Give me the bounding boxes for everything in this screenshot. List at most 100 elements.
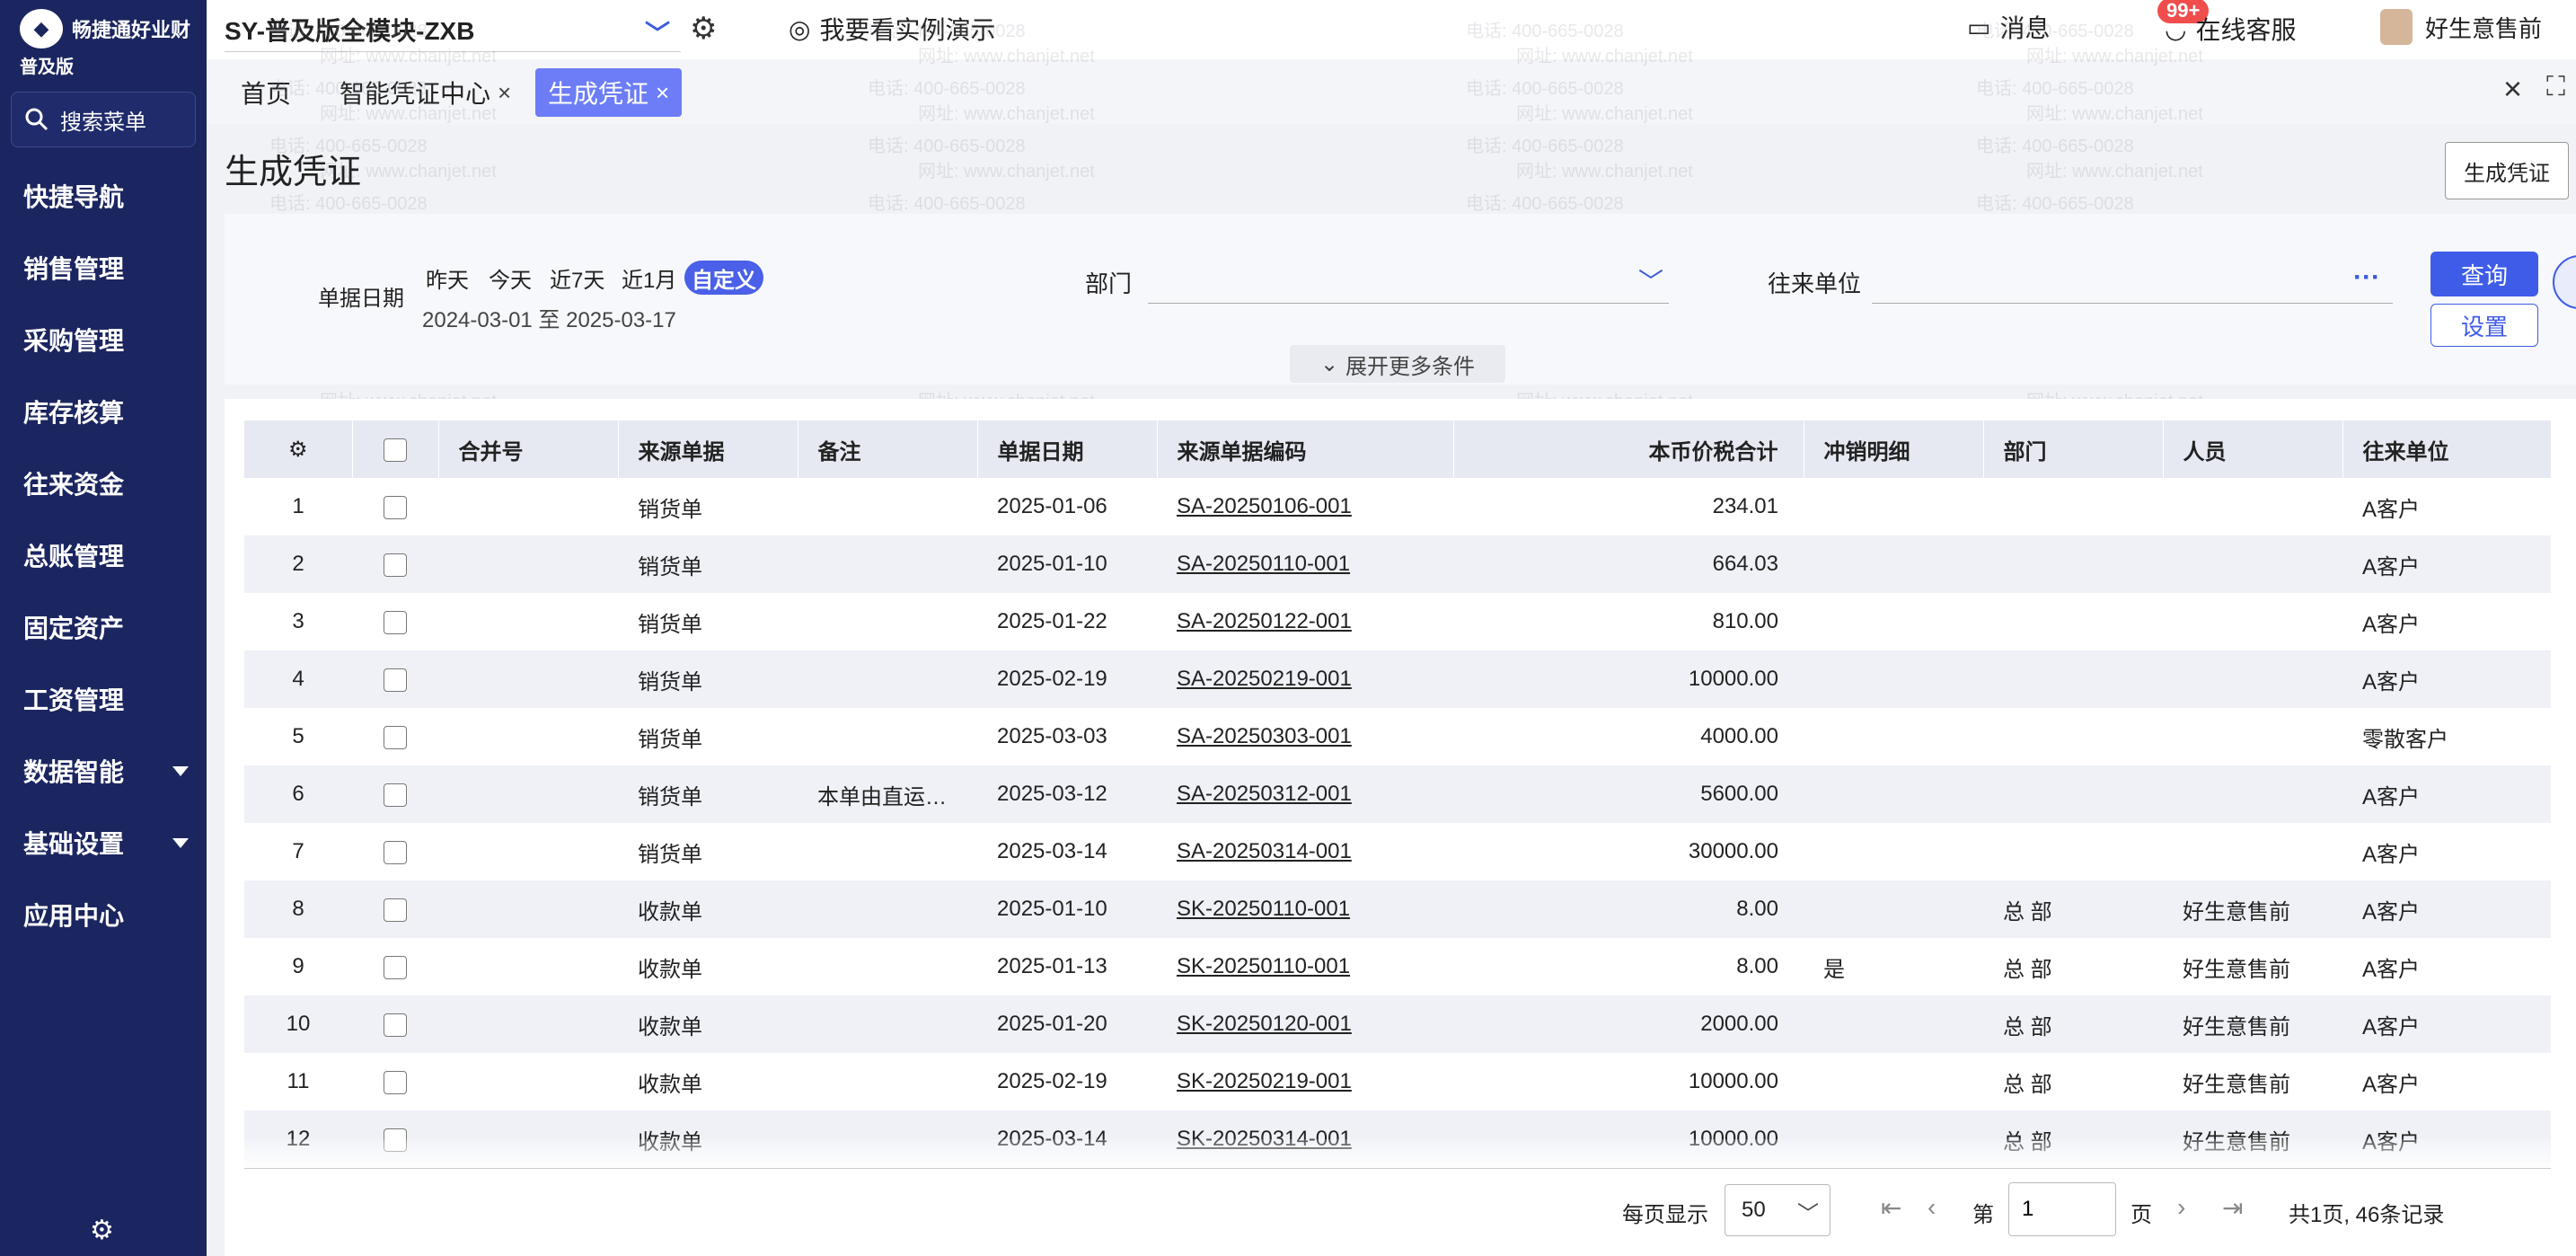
table-row[interactable]: 2 销货单 2025-01-10 SA-20250110-001 664.03 A客户 [244,535,2551,593]
user-menu[interactable]: 好生意售前 [2380,9,2542,45]
cell-code[interactable]: SK-20250110-001 [1157,938,1453,995]
table-row[interactable]: 6 销货单 本单由直运… 2025-03-12 SA-20250312-001 5600.… [244,765,2551,823]
partner-select[interactable]: ··· [1872,259,2393,304]
last-page-icon[interactable]: ⇥ [2222,1193,2243,1223]
dept-select[interactable]: ﹀ [1148,259,1669,304]
table-row[interactable]: 8 收款单 2025-01-10 SK-20250110-001 8.00 总 部好生意售… [244,880,2551,938]
sidebar-item[interactable]: 工资管理 [0,668,207,730]
sidebar-item[interactable]: 固定资产 [0,596,207,659]
quick-range-custom[interactable]: 自定义 [684,261,763,295]
cell-code[interactable]: SK-20250120-001 [1157,995,1453,1053]
page-number-input[interactable] [2008,1182,2116,1236]
table-row[interactable]: 4 销货单 2025-02-19 SA-20250219-001 10000.00 A客户 [244,650,2551,708]
row-checkbox[interactable] [384,668,407,692]
tab-generate-voucher[interactable]: 生成凭证 × [535,68,683,117]
row-checkbox-cell[interactable] [352,880,438,938]
col-merge[interactable]: 合并号 [438,420,619,478]
table-row[interactable]: 5 销货单 2025-03-03 SA-20250303-001 4000.00 零散客户 [244,708,2551,765]
prev-page-icon[interactable]: ‹ [1928,1193,1936,1222]
row-checkbox-cell[interactable] [352,1053,438,1110]
row-checkbox-cell[interactable] [352,708,438,765]
demo-link[interactable]: ◎ 我要看实例演示 [789,11,995,47]
row-checkbox-cell[interactable] [352,765,438,823]
settings-gear-icon[interactable]: ⚙ [90,1215,114,1246]
cell-code[interactable]: SA-20250106-001 [1157,478,1453,535]
sidebar-item[interactable]: 库存核算 [0,380,207,443]
sidebar-item[interactable]: 采购管理 [0,308,207,371]
row-checkbox[interactable] [384,898,407,922]
support-button[interactable]: ◡ 在线客服 [2165,11,2296,47]
col-remark[interactable]: 备注 [798,420,978,478]
table-row[interactable]: 1 销货单 2025-01-06 SA-20250106-001 234.01 A客户 [244,478,2551,535]
cell-code[interactable]: SA-20250314-001 [1157,823,1453,880]
table-row[interactable]: 7 销货单 2025-03-14 SA-20250314-001 30000.00 A客户 [244,823,2551,880]
table-row[interactable]: 11 收款单 2025-02-19 SK-20250219-001 10000.00 总 … [244,1053,2551,1110]
query-button[interactable]: 查询 [2430,252,2538,296]
date-range[interactable]: 2024-03-01 至 2025-03-17 [422,302,676,333]
close-icon[interactable]: × [656,79,669,107]
first-page-icon[interactable]: ⇤ [1881,1193,1901,1223]
menu-search[interactable]: 搜索菜单 [11,92,196,147]
row-checkbox[interactable] [384,1013,407,1037]
row-checkbox-cell[interactable] [352,995,438,1053]
account-gear-icon[interactable]: ⚙ [690,11,717,47]
cell-code[interactable]: SA-20250122-001 [1157,593,1453,650]
row-checkbox-cell[interactable] [352,823,438,880]
col-amount[interactable]: 本币价税合计 [1453,420,1804,478]
sidebar-item[interactable]: 数据智能 [0,739,207,802]
row-checkbox-cell[interactable] [352,650,438,708]
row-checkbox-cell[interactable] [352,478,438,535]
fullscreen-icon[interactable]: ⛶ [2546,72,2565,102]
generate-voucher-button[interactable]: 生成凭证 [2445,142,2569,199]
sidebar-item[interactable]: 总账管理 [0,524,207,587]
cell-code[interactable]: SK-20250219-001 [1157,1053,1453,1110]
account-select[interactable]: SY-普及版全模块-ZXB ﹀ [225,7,681,52]
col-date[interactable]: 单据日期 [977,420,1158,478]
quick-range-1month[interactable]: 近1月 [618,261,680,295]
row-checkbox-cell[interactable] [352,593,438,650]
table-row[interactable]: 10 收款单 2025-01-20 SK-20250120-001 2000.00 总 部… [244,995,2551,1053]
quick-range-yesterday[interactable]: 昨天 [422,261,472,295]
sidebar-item[interactable]: 快捷导航 [0,164,207,227]
select-all-checkbox[interactable] [384,438,407,462]
more-icon[interactable]: ··· [2353,262,2380,293]
column-settings-icon[interactable]: ⚙ [244,420,353,478]
row-checkbox[interactable] [384,955,407,979]
expand-conditions-button[interactable]: ⌄ 展开更多条件 [1290,345,1505,383]
cell-code[interactable]: SA-20250110-001 [1157,535,1453,593]
row-checkbox[interactable] [384,840,407,864]
messages-button[interactable]: ▭ 消息 [1967,9,2050,45]
col-source[interactable]: 来源单据 [618,420,798,478]
row-checkbox[interactable] [384,783,407,807]
settings-button[interactable]: 设置 [2430,304,2538,347]
select-all-checkbox-cell[interactable] [352,420,439,478]
row-checkbox-cell[interactable] [352,535,438,593]
table-row[interactable]: 3 销货单 2025-01-22 SA-20250122-001 810.00 A客户 [244,593,2551,650]
sidebar-item[interactable]: 基础设置 [0,811,207,874]
tab-voucher-center[interactable]: 智能凭证中心 × [327,68,524,117]
close-icon[interactable]: × [498,79,511,107]
cell-code[interactable]: SA-20250219-001 [1157,650,1453,708]
table-row[interactable]: 9 收款单 2025-01-13 SK-20250110-001 8.00 是 总 部 好生意… [244,938,2551,995]
col-dept[interactable]: 部门 [1983,420,2164,478]
sidebar-item[interactable]: 销售管理 [0,236,207,299]
row-checkbox[interactable] [384,610,407,634]
row-checkbox[interactable] [384,725,407,749]
cell-code[interactable]: SA-20250303-001 [1157,708,1453,765]
next-page-icon[interactable]: › [2177,1193,2185,1222]
close-all-tabs-icon[interactable]: × [2503,70,2522,108]
row-checkbox-cell[interactable] [352,938,438,995]
tab-home[interactable]: 首页 [228,68,304,117]
col-code[interactable]: 来源单据编码 [1157,420,1454,478]
sidebar-item[interactable]: 往来资金 [0,452,207,515]
col-partner[interactable]: 往来单位 [2342,420,2552,478]
cell-code[interactable]: SA-20250312-001 [1157,765,1453,823]
quick-range-7days[interactable]: 近7天 [546,261,608,295]
page-size-select[interactable]: 50 ﹀ [1725,1184,1831,1236]
row-checkbox[interactable] [384,1070,407,1094]
col-writeoff[interactable]: 冲销明细 [1804,420,1984,478]
cell-code[interactable]: SK-20250110-001 [1157,880,1453,938]
quick-range-today[interactable]: 今天 [485,261,535,295]
row-checkbox[interactable] [384,495,407,519]
horizontal-scrollbar[interactable] [244,1168,2551,1172]
